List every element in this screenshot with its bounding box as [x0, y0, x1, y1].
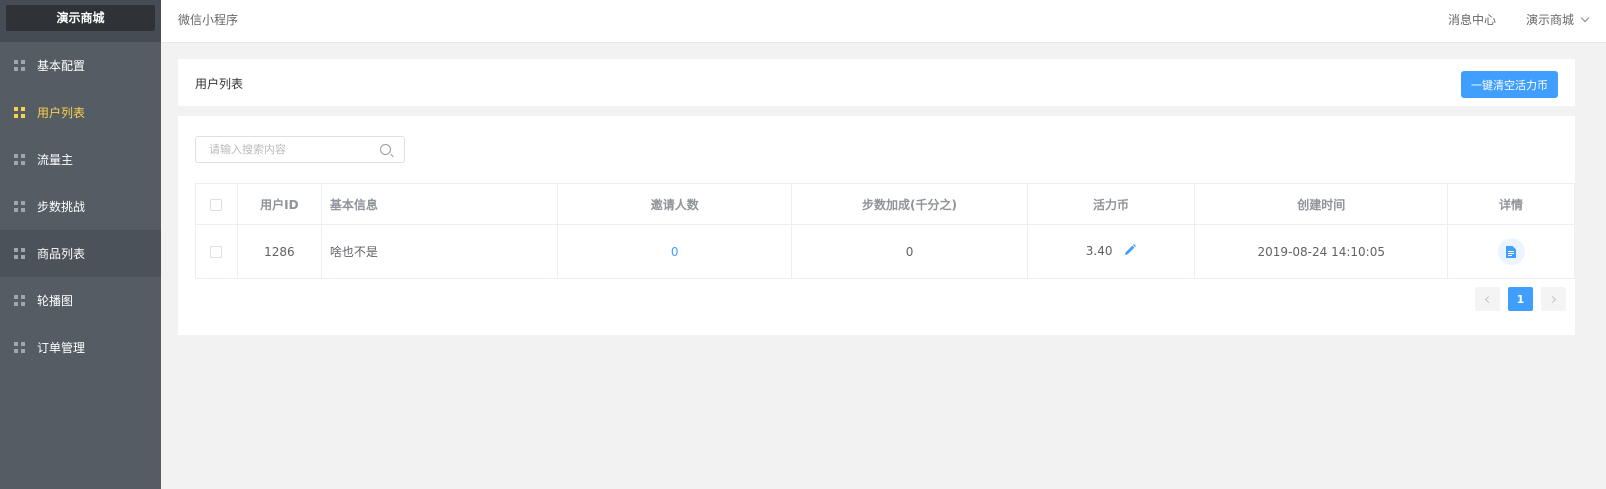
column-header: 基本信息 — [320, 183, 559, 225]
invites-link[interactable]: 0 — [671, 245, 679, 259]
chevron-right-icon — [1548, 295, 1557, 303]
sidebar-item-orders[interactable]: 订单管理 — [0, 324, 161, 371]
row-select-cell — [195, 224, 238, 279]
select-all-checkbox[interactable] — [210, 198, 223, 211]
created-time-cell: 2019-08-24 14:10:05 — [1194, 224, 1449, 279]
brand-area: 演示商城 — [0, 0, 161, 42]
coins-cell: 3.40 — [1026, 224, 1196, 279]
select-all-cell — [195, 183, 238, 225]
breadcrumb: 微信小程序 — [178, 13, 239, 27]
coins-value: 3.40 — [1085, 244, 1113, 258]
sidebar-item-step-challenge[interactable]: 步数挑战 — [0, 183, 161, 230]
column-header: 邀请人数 — [557, 183, 793, 225]
column-header: 活力币 — [1026, 183, 1196, 225]
invites-cell: 0 — [557, 224, 793, 279]
sidebar-item-label: 流量主 — [37, 153, 74, 167]
grid-icon — [14, 201, 25, 212]
chevron-down-icon — [1580, 13, 1590, 22]
details-cell — [1447, 224, 1575, 279]
prev-page-button[interactable] — [1475, 287, 1500, 311]
user-info-cell: 啥也不是 — [320, 224, 559, 279]
grid-icon — [14, 248, 25, 259]
sidebar-item-label: 步数挑战 — [37, 200, 86, 214]
message-center-link[interactable]: 消息中心 — [1448, 11, 1496, 28]
page-header: 用户列表 一键清空活力币 — [178, 59, 1575, 106]
top-bar: 微信小程序 消息中心 演示商城 — [161, 0, 1606, 43]
search-input[interactable] — [196, 137, 380, 162]
user-id-cell: 1286 — [236, 224, 322, 279]
grid-icon — [14, 107, 25, 118]
pagination: 1 — [1475, 287, 1566, 311]
column-header: 步数加成(千分之) — [791, 183, 1028, 225]
column-header: 创建时间 — [1194, 183, 1449, 225]
sidebar-item-user-list[interactable]: 用户列表 — [0, 89, 161, 136]
sidebar-item-carousel[interactable]: 轮播图 — [0, 277, 161, 324]
grid-icon — [14, 342, 25, 353]
user-menu[interactable]: 演示商城 — [1525, 11, 1590, 28]
sidebar-menu: 基本配置 用户列表 流量主 步数挑战 商品列表 轮播图 订单管理 — [0, 42, 161, 371]
document-icon[interactable] — [1497, 238, 1525, 265]
sidebar-item-basic-config[interactable]: 基本配置 — [0, 42, 161, 89]
sidebar-item-product-list[interactable]: 商品列表 — [0, 230, 161, 277]
column-header: 用户ID — [236, 183, 322, 225]
table-row: 1286 啥也不是 0 0 3.40 2019-08-24 14:10:05 — [195, 224, 1575, 279]
search-icon[interactable] — [380, 144, 391, 155]
sidebar-item-label: 轮播图 — [37, 294, 74, 308]
user-table: 用户ID 基本信息 邀请人数 步数加成(千分之) 活力币 创建时间 详情 128… — [195, 183, 1575, 279]
column-header: 详情 — [1447, 183, 1575, 225]
content-panel: 用户ID 基本信息 邀请人数 步数加成(千分之) 活力币 创建时间 详情 128… — [178, 116, 1575, 335]
page-number-button[interactable]: 1 — [1508, 287, 1533, 311]
sidebar-item-traffic[interactable]: 流量主 — [0, 136, 161, 183]
clear-coins-button[interactable]: 一键清空活力币 — [1461, 71, 1558, 98]
sidebar: 演示商城 基本配置 用户列表 流量主 步数挑战 商品列表 轮播图 订单管理 — [0, 0, 161, 489]
edit-pencil-icon[interactable] — [1124, 244, 1137, 259]
sidebar-item-label: 基本配置 — [37, 59, 86, 73]
chevron-left-icon — [1484, 295, 1493, 303]
table-header-row: 用户ID 基本信息 邀请人数 步数加成(千分之) 活力币 创建时间 详情 — [195, 183, 1575, 225]
sidebar-item-label: 用户列表 — [37, 106, 86, 120]
grid-icon — [14, 295, 25, 306]
step-bonus-cell: 0 — [791, 224, 1028, 279]
grid-icon — [14, 154, 25, 165]
row-checkbox[interactable] — [210, 246, 223, 258]
page-title: 用户列表 — [195, 77, 244, 91]
user-menu-label: 演示商城 — [1525, 13, 1574, 27]
next-page-button[interactable] — [1541, 287, 1566, 311]
search-box — [195, 136, 405, 163]
brand-logo[interactable]: 演示商城 — [6, 5, 155, 31]
sidebar-item-label: 商品列表 — [37, 247, 86, 261]
sidebar-item-label: 订单管理 — [37, 341, 86, 355]
grid-icon — [14, 60, 25, 71]
